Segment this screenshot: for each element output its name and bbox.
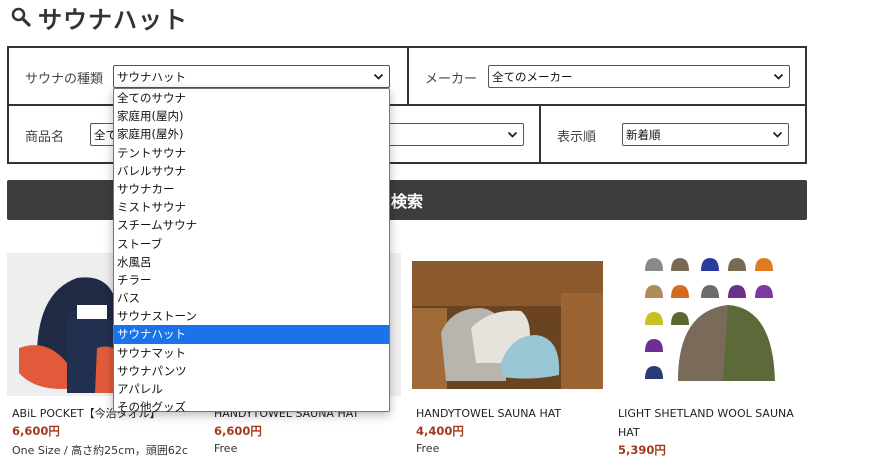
product-price: 4,400円 — [416, 424, 464, 438]
sort-label: 表示順 — [557, 130, 597, 145]
chevron-down-icon — [773, 73, 784, 80]
dropdown-option[interactable]: バス — [114, 289, 389, 307]
product-size: Free — [416, 442, 440, 455]
product-photo — [411, 253, 603, 396]
product-image[interactable] — [411, 253, 603, 396]
product-price: 5,390円 — [618, 443, 666, 457]
sauna-type-select[interactable]: サウナハット — [113, 65, 390, 88]
sauna-type-dropdown: 全てのサウナ 家庭用(屋内) 家庭用(屋外) テントサウナ バレルサウナ サウナカー ミスト… — [113, 88, 390, 414]
dropdown-option[interactable]: スチームサウナ — [114, 216, 389, 234]
product-size: Free — [214, 442, 238, 455]
dropdown-option[interactable]: テントサウナ — [114, 144, 389, 162]
product-size: One Size / 高さ約25cm，頭囲62c — [12, 444, 188, 457]
dropdown-option[interactable]: 全てのサウナ — [114, 89, 389, 107]
product-image[interactable] — [613, 253, 805, 396]
product-name[interactable]: HANDYTOWEL SAUNA HAT — [416, 404, 603, 423]
dropdown-option[interactable]: サウナマット — [114, 344, 389, 362]
chevron-down-icon — [507, 131, 518, 138]
sort-select[interactable]: 新着順 — [622, 123, 789, 146]
dropdown-option[interactable]: その他グッズ — [114, 398, 389, 416]
product-card[interactable]: LIGHT SHETLAND WOOL SAUNA HAT 5,390円 — [613, 253, 805, 461]
dropdown-option[interactable]: チラー — [114, 271, 389, 289]
sauna-type-label: サウナの種類 — [25, 72, 104, 87]
dropdown-option[interactable]: バレルサウナ — [114, 162, 389, 180]
dropdown-option[interactable]: 家庭用(屋内) — [114, 107, 389, 125]
maker-label: メーカー — [425, 72, 478, 87]
dropdown-option[interactable]: 水風呂 — [114, 253, 389, 271]
dropdown-option[interactable]: サウナハット — [114, 325, 389, 344]
product-price: 6,600円 — [12, 424, 60, 438]
filter-maker-cell: メーカー 全てのメーカー — [407, 46, 807, 106]
product-label: 商品名 — [25, 130, 65, 145]
dropdown-option[interactable]: サウナパンツ — [114, 362, 389, 380]
dropdown-option[interactable]: アパレル — [114, 380, 389, 398]
maker-value: 全てのメーカー — [492, 70, 573, 84]
dropdown-option[interactable]: ストーブ — [114, 235, 389, 253]
product-price: 6,600円 — [214, 424, 262, 438]
filter-sort-cell: 表示順 新着順 — [539, 104, 807, 164]
product-name[interactable]: LIGHT SHETLAND WOOL SAUNA HAT — [618, 404, 805, 442]
page-title: サウナハット — [38, 5, 188, 34]
dropdown-option[interactable]: サウナストーン — [114, 307, 389, 325]
maker-select[interactable]: 全てのメーカー — [488, 65, 790, 88]
dropdown-option[interactable]: ミストサウナ — [114, 198, 389, 216]
search-icon — [11, 7, 31, 27]
dropdown-option[interactable]: サウナカー — [114, 180, 389, 198]
chevron-down-icon — [373, 73, 384, 80]
dropdown-option[interactable]: 家庭用(屋外) — [114, 125, 389, 143]
product-photo — [613, 253, 805, 396]
chevron-down-icon — [772, 131, 783, 138]
sauna-type-value: サウナハット — [117, 70, 186, 84]
search-button-label: 検索 — [390, 192, 423, 211]
sort-value: 新着順 — [626, 128, 661, 142]
page-header: サウナハット — [10, 0, 188, 34]
product-card[interactable]: HANDYTOWEL SAUNA HAT 4,400円 Free — [411, 253, 603, 461]
